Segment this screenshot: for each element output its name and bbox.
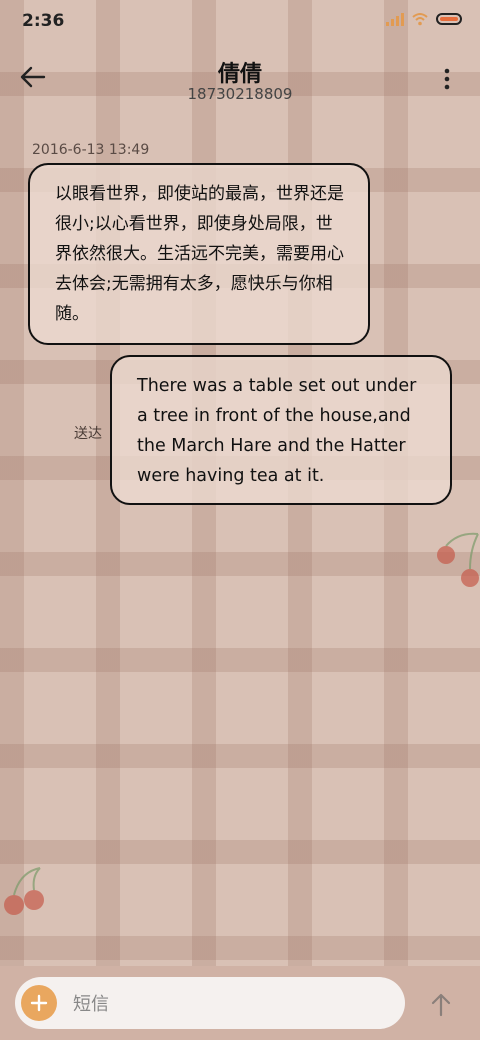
cherry-decoration — [4, 867, 44, 915]
send-arrow-icon[interactable] — [428, 992, 454, 1018]
contact-number: 18730218809 — [187, 85, 293, 103]
composer-bar — [0, 966, 480, 1040]
status-icons — [386, 12, 462, 26]
outgoing-message-text: There was a table set out under a tree i… — [137, 376, 417, 486]
incoming-message-text: 以眼看世界，即使站的最高，世界还是很小;以心看世界，即使身处局限，世界依然很大。… — [55, 184, 344, 324]
cherry-decoration — [437, 532, 479, 587]
battery-icon — [436, 13, 462, 25]
sms-input[interactable] — [71, 990, 395, 1018]
contact-name: 倩倩 — [217, 62, 262, 87]
signal-icon — [386, 12, 404, 26]
incoming-message-bubble[interactable]: 以眼看世界，即使站的最高，世界还是很小;以心看世界，即使身处局限，世界依然很大。… — [28, 163, 370, 345]
outgoing-message-bubble[interactable]: There was a table set out under a tree i… — [110, 355, 452, 505]
delivery-status: 送达 — [74, 426, 102, 442]
status-time: 2:36 — [22, 11, 65, 31]
message-timestamp: 2016-6-13 13:49 — [32, 142, 150, 158]
conversation-header: 倩倩 18730218809 — [0, 44, 480, 114]
add-attachment-button[interactable] — [21, 985, 57, 1021]
more-vertical-icon[interactable] — [438, 66, 456, 92]
composer-pill — [15, 977, 405, 1029]
plus-icon — [30, 994, 48, 1012]
status-bar: 2:36 — [0, 0, 480, 44]
wifi-icon — [412, 13, 428, 26]
